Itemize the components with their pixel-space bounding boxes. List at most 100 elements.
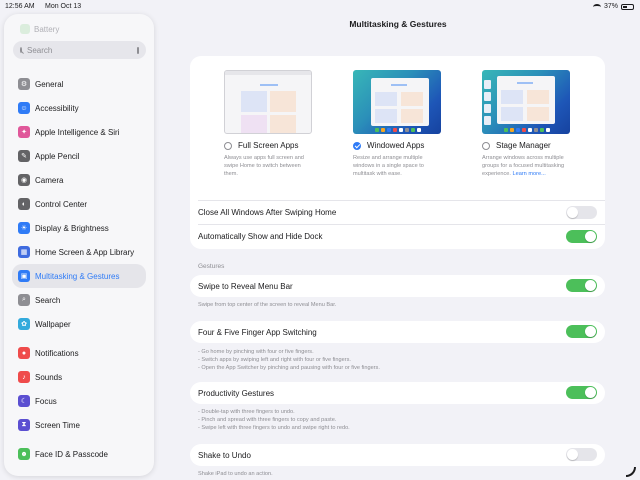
sidebar-item-label: Sounds — [35, 372, 63, 382]
four-five-footer-line: - Go home by pinching with four or five … — [198, 349, 314, 355]
sidebar-nav: ⚙ General ☺ Accessibility ✦ Apple Intelligenc… — [4, 72, 154, 466]
swipe-menu-row: Swipe to Reveal Menu Bar — [190, 275, 605, 297]
four-five-toggle[interactable] — [566, 325, 597, 338]
close-all-windows-label: Close All Windows After Swiping Home — [198, 207, 337, 217]
sidebar-faded-item[interactable]: Battery — [20, 24, 59, 34]
learn-more-link[interactable]: Learn more... — [512, 171, 545, 177]
sidebar-item-label: Control Center — [35, 199, 88, 209]
sidebar-item-multitasking-gestures[interactable]: ▣ Multitasking & Gestures — [12, 264, 146, 288]
swipe-menu-toggle[interactable] — [566, 279, 597, 292]
productivity-toggle[interactable] — [566, 386, 597, 399]
close-all-windows-toggle[interactable] — [566, 206, 597, 219]
wifi-icon — [592, 3, 601, 10]
status-right: 37% — [592, 3, 634, 10]
productivity-card: Productivity Gestures — [190, 382, 605, 404]
sidebar-item-display-brightness[interactable]: ☀ Display & Brightness — [12, 216, 146, 240]
battery-settings-icon — [20, 24, 30, 34]
sounds-icon: ♪ — [18, 371, 30, 383]
option-windowed-apps[interactable]: Windowed Apps Resize and arrange multipl… — [353, 70, 441, 178]
productivity-footer-line: - Pinch and spread with three fingers to… — [198, 416, 337, 423]
full-screen-label: Full Screen Apps — [238, 141, 299, 150]
battery-icon — [621, 3, 634, 10]
face-id-icon: ☻ — [18, 448, 30, 460]
stage-manager-preview[interactable] — [482, 70, 570, 134]
sidebar-item-search[interactable]: ⌕ Search — [12, 288, 146, 312]
corner-indicator — [626, 467, 636, 477]
notifications-icon: ● — [18, 347, 30, 359]
gear-icon: ⚙ — [18, 78, 30, 90]
multitasking-card: Full Screen Apps Always use apps full sc… — [190, 56, 605, 249]
sidebar-item-label: General — [35, 79, 64, 89]
sidebar-faded-label: Battery — [34, 24, 60, 34]
windowed-apps-preview[interactable] — [353, 70, 441, 134]
full-screen-radio[interactable] — [224, 141, 232, 150]
sidebar-item-label: Apple Intelligence & Siri — [35, 127, 120, 137]
brightness-icon: ☀ — [18, 222, 30, 234]
multitasking-icon: ▣ — [18, 270, 30, 282]
sidebar-item-wallpaper[interactable]: ✿ Wallpaper — [12, 312, 146, 336]
sidebar-item-focus[interactable]: ☾ Focus — [12, 389, 146, 413]
camera-icon: ◉ — [18, 174, 30, 186]
sidebar-item-label: Multitasking & Gestures — [35, 271, 120, 281]
sidebar-item-camera[interactable]: ◉ Camera — [12, 168, 146, 192]
sidebar-item-general[interactable]: ⚙ General — [12, 72, 146, 96]
battery-percent: 37% — [603, 3, 618, 10]
microphone-icon[interactable] — [137, 46, 139, 54]
sidebar-item-label: Focus — [35, 396, 57, 406]
sidebar-item-label: Camera — [35, 175, 64, 185]
search-input[interactable] — [27, 45, 137, 55]
sidebar-item-label: Notifications — [35, 348, 79, 358]
full-screen-description: Always use apps full screen and swipe Ho… — [224, 155, 304, 178]
windowed-apps-radio[interactable] — [353, 141, 361, 150]
sidebar-item-label: Accessibility — [35, 103, 79, 113]
shake-footer: Shake iPad to undo an action. — [198, 471, 273, 477]
page-title: Multitasking & Gestures — [349, 19, 447, 29]
productivity-label: Productivity Gestures — [198, 388, 275, 398]
productivity-row: Productivity Gestures — [190, 382, 605, 404]
shake-card: Shake to Undo — [190, 444, 605, 466]
control-center-icon: ◐ — [18, 198, 30, 210]
windowed-apps-label: Windowed Apps — [367, 141, 425, 150]
search-icon: ⌕ — [18, 294, 30, 306]
focus-icon: ☾ — [18, 395, 30, 407]
auto-dock-label: Automatically Show and Hide Dock — [198, 231, 323, 241]
accessibility-icon: ☺ — [18, 102, 30, 114]
stage-manager-radio[interactable] — [482, 141, 490, 150]
sidebar-item-accessibility[interactable]: ☺ Accessibility — [12, 96, 146, 120]
sidebar-item-notifications[interactable]: ● Notifications — [12, 341, 146, 365]
shake-toggle[interactable] — [566, 448, 597, 461]
four-five-label: Four & Five Finger App Switching — [198, 327, 317, 337]
sidebar-item-apple-pencil[interactable]: ✎ Apple Pencil — [12, 144, 146, 168]
full-screen-preview[interactable] — [224, 70, 312, 134]
sidebar-item-face-id-passcode[interactable]: ☻ Face ID & Passcode — [12, 442, 146, 466]
sidebar-item-label: Face ID & Passcode — [35, 449, 108, 459]
sidebar-item-control-center[interactable]: ◐ Control Center — [12, 192, 146, 216]
pencil-icon: ✎ — [18, 150, 30, 162]
productivity-footer-line: - Swipe left with three fingers to undo … — [198, 424, 350, 431]
windowed-apps-description: Resize and arrange multiple windows in a… — [353, 155, 424, 178]
sidebar-item-label: Search — [35, 295, 61, 305]
four-five-card: Four & Five Finger App Switching — [190, 321, 605, 343]
sidebar-item-sounds[interactable]: ♪ Sounds — [12, 365, 146, 389]
home-screen-icon: ▦ — [18, 246, 30, 258]
sidebar: Battery ⚙ General ☺ Accessibility ✦ Apple Int… — [4, 14, 154, 476]
stage-manager-label: Stage Manager — [496, 141, 551, 150]
sidebar-item-apple-intelligence-siri[interactable]: ✦ Apple Intelligence & Siri — [12, 120, 146, 144]
swipe-menu-label: Swipe to Reveal Menu Bar — [198, 281, 293, 291]
status-time: 12:56 AM — [5, 3, 35, 10]
shake-row: Shake to Undo — [190, 444, 605, 466]
stage-manager-description: Arrange windows across multiple groups f… — [482, 154, 574, 178]
option-stage-manager[interactable]: Stage Manager Arrange windows across mul… — [482, 70, 570, 178]
swipe-menu-footer: Swipe from top center of the screen to r… — [198, 302, 337, 308]
productivity-footer-line: - Double-tap with three fingers to undo. — [198, 409, 295, 415]
wallpaper-icon: ✿ — [18, 318, 30, 330]
sidebar-item-home-screen-app-library[interactable]: ▦ Home Screen & App Library — [12, 240, 146, 264]
option-full-screen[interactable]: Full Screen Apps Always use apps full sc… — [224, 70, 312, 178]
gestures-header: Gestures — [198, 263, 225, 270]
status-bar: 12:56 AM Mon Oct 13 37% — [0, 0, 640, 14]
auto-dock-toggle[interactable] — [566, 230, 597, 243]
sidebar-item-screen-time[interactable]: ⧗ Screen Time — [12, 413, 146, 437]
sidebar-item-label: Apple Pencil — [35, 151, 80, 161]
close-all-windows-row: Close All Windows After Swiping Home — [190, 200, 605, 224]
sidebar-item-label: Screen Time — [35, 420, 80, 430]
